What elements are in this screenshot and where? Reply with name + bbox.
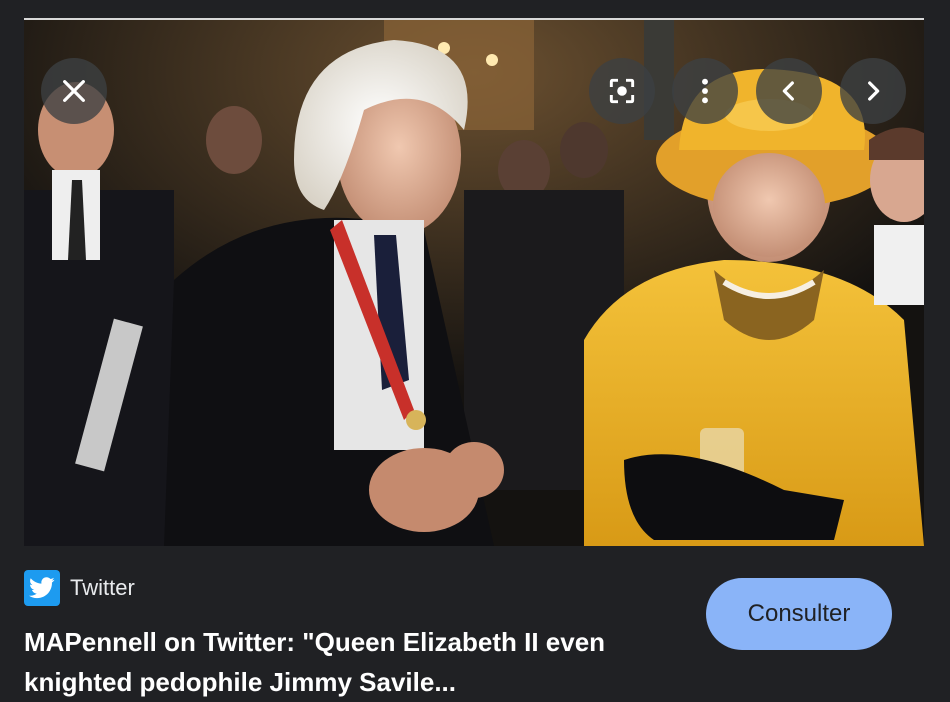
image-preview[interactable] <box>24 18 924 546</box>
twitter-bird-glyph <box>29 577 55 599</box>
source-name: Twitter <box>70 575 135 600</box>
chevron-right-icon <box>868 81 880 101</box>
visit-button[interactable]: Consulter <box>706 578 892 650</box>
lens-search-button[interactable] <box>589 58 655 124</box>
more-vert-icon <box>702 78 708 104</box>
more-options-button[interactable] <box>672 58 738 124</box>
next-button[interactable] <box>840 58 906 124</box>
lens-icon <box>609 78 635 104</box>
close-button[interactable] <box>41 58 107 124</box>
previous-button[interactable] <box>756 58 822 124</box>
close-icon <box>63 80 85 102</box>
source-row[interactable]: Twitter <box>24 570 135 606</box>
twitter-bird-icon <box>24 570 60 606</box>
chevron-left-icon <box>782 81 794 101</box>
result-title[interactable]: MAPennell on Twitter: "Queen Elizabeth I… <box>24 622 684 702</box>
